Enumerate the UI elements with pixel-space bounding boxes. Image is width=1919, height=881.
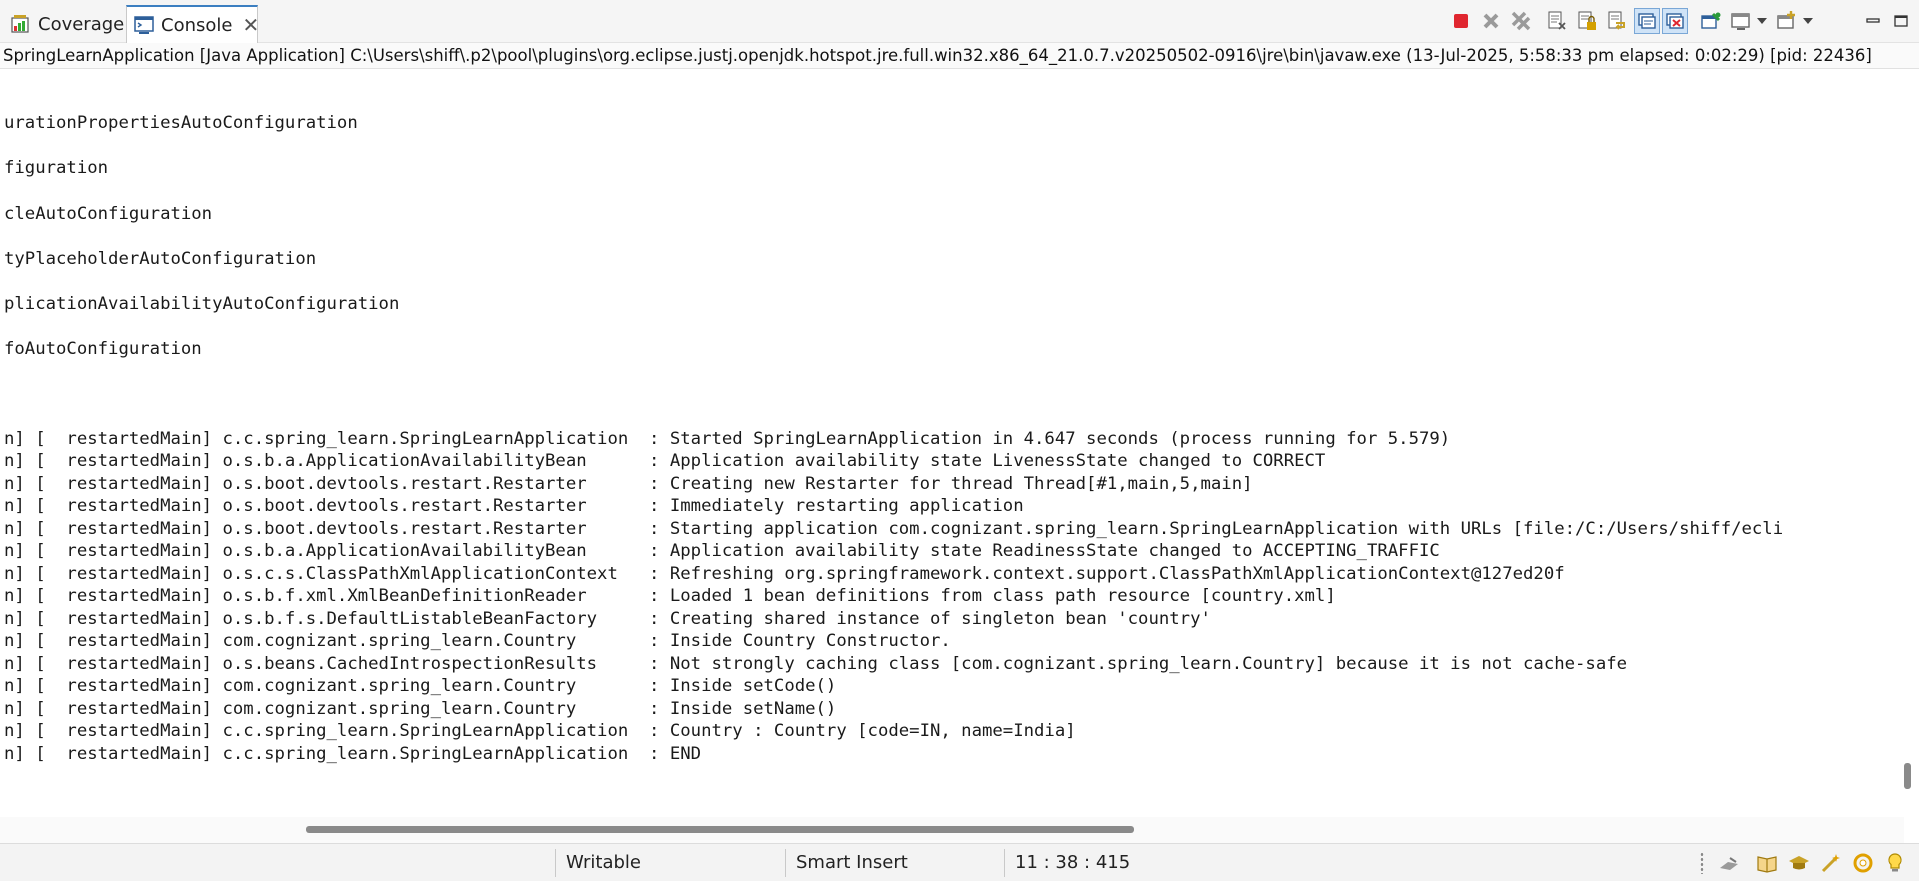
show-console-on-stdout-icon[interactable]: [1634, 8, 1660, 34]
status-divider: [555, 849, 556, 877]
console-icon: [133, 14, 155, 36]
terminate-icon[interactable]: [1448, 8, 1474, 34]
pin-console-icon[interactable]: [1698, 8, 1724, 34]
close-icon[interactable]: ✕: [242, 15, 259, 35]
progress-icon[interactable]: [1718, 852, 1740, 874]
help-lifebuoy-icon[interactable]: [1852, 852, 1874, 874]
horizontal-scrollbar[interactable]: [0, 817, 1904, 843]
console-line: n] [ restartedMain] o.s.beans.CachedIntr…: [4, 654, 1628, 674]
clear-console-icon[interactable]: [1544, 8, 1570, 34]
status-divider: [785, 849, 786, 877]
status-bar: Writable Smart Insert 11 : 38 : 415: [0, 843, 1919, 881]
remove-launch-icon[interactable]: [1478, 8, 1504, 34]
console-line: n] [ restartedMain] o.s.c.s.ClassPathXml…: [4, 564, 1565, 584]
chevron-down-icon[interactable]: [1757, 18, 1767, 24]
graduation-cap-icon[interactable]: [1788, 852, 1810, 874]
horizontal-scrollbar-thumb[interactable]: [306, 826, 1134, 833]
console-line: figuration: [4, 158, 109, 178]
show-console-on-stderr-icon[interactable]: [1662, 8, 1688, 34]
console-line: n] [ restartedMain] o.s.b.f.s.DefaultLis…: [4, 609, 1211, 629]
console-line: n] [ restartedMain] com.cognizant.spring…: [4, 631, 951, 651]
status-divider: [1004, 849, 1005, 877]
maximize-icon[interactable]: [1888, 8, 1914, 34]
vertical-scrollbar-thumb[interactable]: [1904, 763, 1911, 789]
open-console-icon[interactable]: [1774, 8, 1800, 34]
console-line: n] [ restartedMain] o.s.boot.devtools.re…: [4, 496, 1024, 516]
console-line: n] [ restartedMain] c.c.spring_learn.Spr…: [4, 429, 1451, 449]
lightbulb-icon[interactable]: [1884, 852, 1906, 874]
tab-coverage-label: Coverage: [38, 13, 125, 35]
console-line: n] [ restartedMain] c.c.spring_learn.Spr…: [4, 721, 1076, 741]
console-line: plicationAvailabilityAutoConfiguration: [4, 294, 400, 314]
console-line: urationPropertiesAutoConfiguration: [4, 113, 358, 133]
scroll-lock-icon[interactable]: [1574, 8, 1600, 34]
book-icon[interactable]: [1756, 852, 1778, 874]
tab-console[interactable]: Console ✕: [126, 5, 259, 43]
console-line: cleAutoConfiguration: [4, 204, 213, 224]
coverage-icon: [10, 13, 32, 35]
console-line: n] [ restartedMain] o.s.b.a.ApplicationA…: [4, 451, 1326, 471]
minimize-icon[interactable]: [1860, 8, 1886, 34]
console-line: n] [ restartedMain] o.s.boot.devtools.re…: [4, 474, 1253, 494]
tab-coverage[interactable]: Coverage: [4, 5, 126, 43]
console-line: n] [ restartedMain] o.s.b.f.xml.XmlBeanD…: [4, 586, 1336, 606]
status-insert-mode[interactable]: Smart Insert: [796, 844, 908, 881]
remove-all-terminated-icon[interactable]: [1508, 8, 1534, 34]
status-grip: [1700, 852, 1704, 874]
process-description: SpringLearnApplication [Java Application…: [0, 43, 1919, 69]
word-wrap-icon[interactable]: [1604, 8, 1630, 34]
console-line: n] [ restartedMain] c.c.spring_learn.Spr…: [4, 744, 702, 764]
console-output[interactable]: urationPropertiesAutoConfiguration figur…: [0, 69, 1900, 817]
status-write-mode: Writable: [566, 852, 641, 873]
console-line: foAutoConfiguration: [4, 339, 202, 359]
console-line: tyPlaceholderAutoConfiguration: [4, 249, 317, 269]
console-line: n] [ restartedMain] com.cognizant.spring…: [4, 676, 837, 696]
console-line: n] [ restartedMain] com.cognizant.spring…: [4, 699, 837, 719]
status-cursor-position: 11 : 38 : 415: [1015, 852, 1131, 873]
console-line: n] [ restartedMain] o.s.boot.devtools.re…: [4, 519, 1784, 539]
view-tab-bar: Coverage Console ✕: [0, 0, 1919, 43]
display-selected-console-icon[interactable]: [1728, 8, 1754, 34]
magic-wand-icon[interactable]: [1820, 852, 1842, 874]
chevron-down-icon[interactable]: [1803, 18, 1813, 24]
console-line: n] [ restartedMain] o.s.b.a.ApplicationA…: [4, 541, 1440, 561]
tab-console-label: Console: [161, 14, 233, 36]
